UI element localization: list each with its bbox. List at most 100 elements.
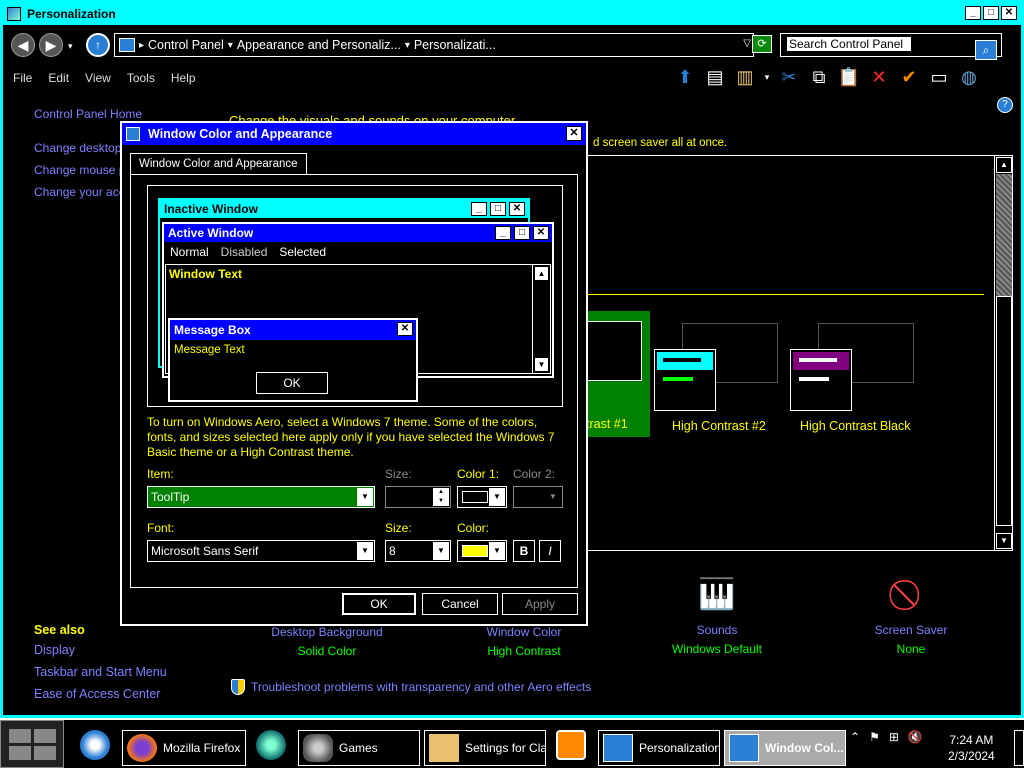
chevron-down-icon[interactable]: ▼ [545,488,561,506]
search-box[interactable]: ⌕ [780,33,1002,60]
menu-view[interactable]: View [85,71,111,85]
app-pin-icon[interactable] [256,730,286,760]
delete-icon[interactable]: ✕ [867,65,891,89]
taskbar-item-settings[interactable]: Settings for Cla... [424,730,546,766]
theme-high-contrast-black[interactable]: High Contrast Black [786,311,916,437]
taskbar-item-games[interactable]: Games [298,730,420,766]
paste-icon[interactable]: 📋 [837,65,861,89]
spin-down-icon[interactable]: ▼ [433,497,449,506]
menu-file[interactable]: File [13,71,32,85]
preview-ok-button[interactable]: OK [256,372,328,394]
history-dropdown-icon[interactable]: ▾ [68,41,73,52]
help-icon[interactable]: ? [997,97,1013,113]
tab-window-color[interactable]: Window Color and Appearance [130,153,307,175]
see-also-display-link[interactable]: Display [34,643,167,657]
color1-picker[interactable]: ▼ [457,486,507,508]
dialog-close-button[interactable]: ✕ [566,126,582,141]
address-dropdown-icon[interactable]: ▽ [743,38,751,49]
apply-button[interactable]: Apply [502,593,578,615]
sounds-item[interactable]: 🎹 Sounds Windows Default [667,571,767,656]
show-hidden-icons-icon[interactable]: ⌃ [850,730,860,744]
theme-scrollbar[interactable]: ▲ ▼ [994,156,1012,550]
chevron-down-icon[interactable]: ▼ [433,542,449,560]
window-color-item[interactable]: Window Color High Contrast [469,625,579,658]
dropdown-icon[interactable]: ▾ [763,65,771,89]
menu-tools[interactable]: Tools [127,71,155,85]
menu-normal[interactable]: Normal [170,245,209,259]
up-level-icon[interactable]: ↑ [86,33,110,57]
flag-icon[interactable]: ⚑ [869,730,880,744]
close-button[interactable]: ✕ [1001,6,1017,20]
menu-disabled[interactable]: Disabled [221,245,268,259]
item-select[interactable]: ToolTip ▼ [147,486,375,508]
ok-button[interactable]: OK [342,593,416,615]
message-box-preview[interactable]: Message Box ✕ Message Text OK [168,318,418,402]
menu-selected[interactable]: Selected [279,245,326,259]
chevron-down-icon[interactable]: ▼ [357,488,373,506]
globe-icon[interactable]: ◍ [957,65,981,89]
taskbar-item-window-color[interactable]: Window Col... [724,730,846,766]
dialog-title-bar[interactable]: Window Color and Appearance ✕ [122,123,586,145]
italic-button[interactable]: I [539,540,561,562]
volume-muted-icon[interactable]: 🔇 [908,730,923,744]
menu-help[interactable]: Help [171,71,196,85]
maximize-button[interactable]: □ [983,6,999,20]
network-icon[interactable]: ⊞ [889,730,899,744]
see-also-ease-of-access-link[interactable]: Ease of Access Center [34,687,167,701]
start-button[interactable] [0,720,64,768]
active-title-bar[interactable]: Active Window _ □ ✕ [164,224,552,242]
font-select[interactable]: Microsoft Sans Serif ▼ [147,540,375,562]
scroll-thumb[interactable] [996,296,1012,526]
bold-button[interactable]: B [513,540,535,562]
internet-explorer-icon[interactable] [80,730,110,760]
see-also-taskbar-link[interactable]: Taskbar and Start Menu [34,665,167,679]
desktop-background-item[interactable]: Desktop Background Solid Color [267,625,387,658]
cut-icon[interactable]: ✂ [777,65,801,89]
show-desktop-button[interactable] [1014,730,1024,766]
taskbar-item-firefox[interactable]: Mozilla Firefox [122,730,246,766]
search-input[interactable] [787,37,911,51]
copy-icon[interactable]: ⧉ [807,65,831,89]
properties-icon[interactable]: ▭ [927,65,951,89]
minimize-button[interactable]: _ [965,6,981,20]
folder-options-icon[interactable]: ▥ [733,65,757,89]
forward-arrow-icon[interactable]: ▶ [39,33,63,57]
checkmark-icon[interactable]: ✔ [897,65,921,89]
cancel-button[interactable]: Cancel [422,593,498,615]
media-player-icon[interactable] [556,730,586,760]
color2-picker[interactable]: ▼ [513,486,563,508]
menu-edit[interactable]: Edit [48,71,69,85]
troubleshoot-link[interactable]: Troubleshoot problems with transparency … [231,679,591,695]
theme-high-contrast-1[interactable]: trast #1 [586,311,650,437]
chevron-down-icon[interactable]: ▼ [489,542,505,560]
spin-up-icon[interactable]: ▲ [433,488,449,497]
chevron-down-icon[interactable]: ▼ [357,542,373,560]
chevron-down-icon[interactable]: ▼ [489,488,505,506]
control-panel-home-link[interactable]: Control Panel Home [34,107,142,121]
scroll-down-icon[interactable]: ▼ [534,357,549,372]
back-arrow-icon[interactable]: ◀ [11,33,35,57]
scroll-down-icon[interactable]: ▼ [996,533,1012,549]
breadcrumb-appearance[interactable]: Appearance and Personaliz... [237,38,401,52]
clock[interactable]: 7:24 AM 2/3/2024 [948,732,995,764]
chevron-right-icon[interactable]: ▸ [139,40,144,51]
scroll-track[interactable] [996,174,1012,296]
message-box-title-bar[interactable]: Message Box ✕ [170,320,416,340]
inactive-title-bar[interactable]: Inactive Window _ □ ✕ [160,200,528,218]
font-color-picker[interactable]: ▼ [457,540,507,562]
layout-icon[interactable]: ▤ [703,65,727,89]
breadcrumb-control-panel[interactable]: Control Panel [148,38,224,52]
up-icon[interactable]: ⬆ [673,65,697,89]
theme-high-contrast-2[interactable]: High Contrast #2 [652,311,782,437]
breadcrumb-personalization[interactable]: Personalizati... [414,38,496,52]
search-icon[interactable]: ⌕ [975,40,997,60]
scroll-up-icon[interactable]: ▲ [534,266,549,281]
address-bar[interactable]: ▸ Control Panel ▾ Appearance and Persona… [114,33,754,57]
title-bar[interactable]: Personalization _ □ ✕ [3,3,1021,25]
preview-scrollbar[interactable]: ▲ ▼ [532,265,550,373]
chevron-down-icon[interactable]: ▾ [405,40,410,51]
font-size-select[interactable]: 8 ▼ [385,540,451,562]
chevron-down-icon[interactable]: ▾ [228,40,233,51]
refresh-icon[interactable]: ⟳ [752,35,772,53]
size-spinner[interactable]: ▲ ▼ [385,486,451,508]
